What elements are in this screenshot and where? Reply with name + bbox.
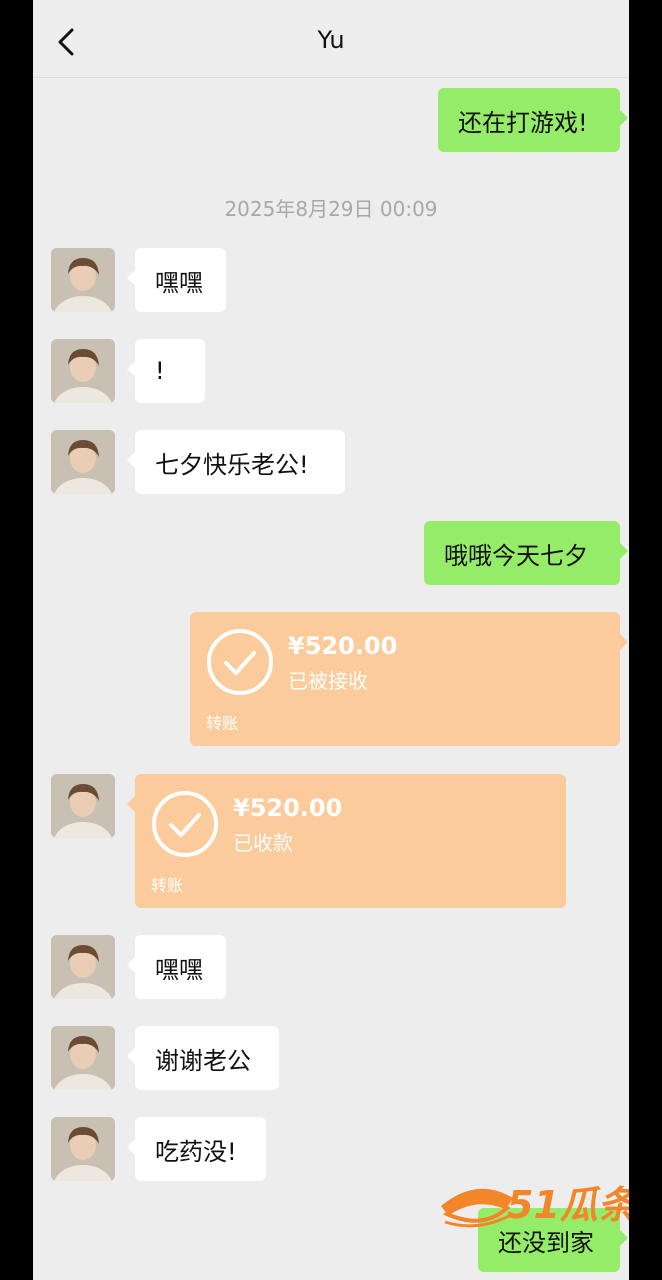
avatar-image <box>51 1117 115 1181</box>
avatar[interactable] <box>51 339 115 403</box>
message-bubble-incoming[interactable]: 谢谢老公 <box>127 1026 279 1090</box>
watermark: 51瓜条 <box>437 1172 629 1236</box>
avatar[interactable] <box>51 935 115 999</box>
chat-title: Yu <box>317 26 345 54</box>
transfer-card-outgoing[interactable]: ¥520.00 已被接收 转账 <box>190 612 628 746</box>
avatar[interactable] <box>51 248 115 312</box>
avatar[interactable] <box>51 774 115 838</box>
transfer-status: 已被接收 <box>288 669 368 693</box>
message-text: 哦哦今天七夕 <box>444 541 588 570</box>
message-text: 谢谢老公 <box>155 1046 251 1075</box>
message-text: 嘿嘿 <box>155 268 203 297</box>
chat-screen: Yu 还在打游戏! 2025年8月29日 00:09 嘿嘿 ! 七夕快乐老公! … <box>33 0 629 1280</box>
watermark-text: 51瓜条 <box>507 1183 629 1227</box>
watermelon-logo-icon <box>441 1188 513 1228</box>
avatar-image <box>51 935 115 999</box>
message-bubble-incoming[interactable]: 嘿嘿 <box>127 248 226 312</box>
message-bubble-incoming[interactable]: 嘿嘿 <box>127 935 226 999</box>
transfer-amount: ¥520.00 <box>233 794 343 822</box>
message-text: 还在打游戏! <box>458 108 588 137</box>
transfer-label: 转账 <box>206 714 239 733</box>
message-bubble-incoming[interactable]: 七夕快乐老公! <box>127 430 345 494</box>
avatar-image <box>51 339 115 403</box>
transfer-card-incoming[interactable]: ¥520.00 已收款 转账 <box>127 774 566 908</box>
avatar[interactable] <box>51 430 115 494</box>
avatar-image <box>51 1026 115 1090</box>
message-text: ! <box>155 357 165 385</box>
message-bubble-incoming[interactable]: 吃药没! <box>127 1117 266 1181</box>
nav-bar: Yu <box>33 0 629 78</box>
chat-timestamp: 2025年8月29日 00:09 <box>224 197 438 221</box>
transfer-label: 转账 <box>151 876 184 895</box>
check-circle-icon <box>152 791 218 857</box>
transfer-status: 已收款 <box>233 831 293 855</box>
message-text: 七夕快乐老公! <box>155 450 309 479</box>
avatar-image <box>51 774 115 838</box>
transfer-amount: ¥520.00 <box>288 632 398 660</box>
message-bubble-incoming[interactable]: ! <box>127 339 205 403</box>
avatar-image <box>51 430 115 494</box>
message-text: 吃药没! <box>155 1137 237 1166</box>
check-circle-icon <box>207 629 273 695</box>
avatar[interactable] <box>51 1026 115 1090</box>
message-bubble-outgoing[interactable]: 还在打游戏! <box>438 88 628 152</box>
message-bubble-outgoing[interactable]: 哦哦今天七夕 <box>424 521 628 585</box>
avatar[interactable] <box>51 1117 115 1181</box>
message-text: 嘿嘿 <box>155 955 203 984</box>
avatar-image <box>51 248 115 312</box>
